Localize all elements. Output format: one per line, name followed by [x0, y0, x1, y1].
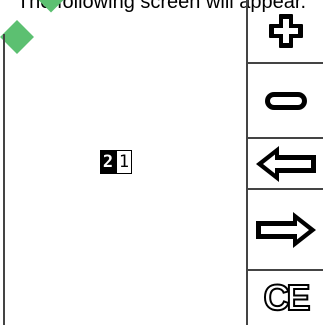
clear-entry-button[interactable]: CE — [248, 271, 323, 325]
minus-button[interactable] — [248, 64, 323, 137]
screen-left-border — [3, 34, 5, 325]
arrow-right-icon — [255, 211, 316, 248]
decorative-diamond — [0, 20, 34, 54]
code-digit[interactable]: 1 — [115, 151, 131, 173]
code-display: 2 1 — [100, 150, 132, 174]
left-arrow-button[interactable] — [248, 139, 323, 188]
plus-button[interactable] — [248, 0, 323, 62]
right-arrow-button[interactable] — [248, 190, 323, 269]
side-button-panel: CE — [248, 0, 323, 325]
plus-icon — [268, 14, 303, 48]
arrow-left-icon — [255, 145, 316, 182]
minus-icon — [264, 91, 307, 110]
ce-icon: CE — [262, 277, 311, 318]
code-digit-active[interactable]: 2 — [101, 151, 115, 173]
